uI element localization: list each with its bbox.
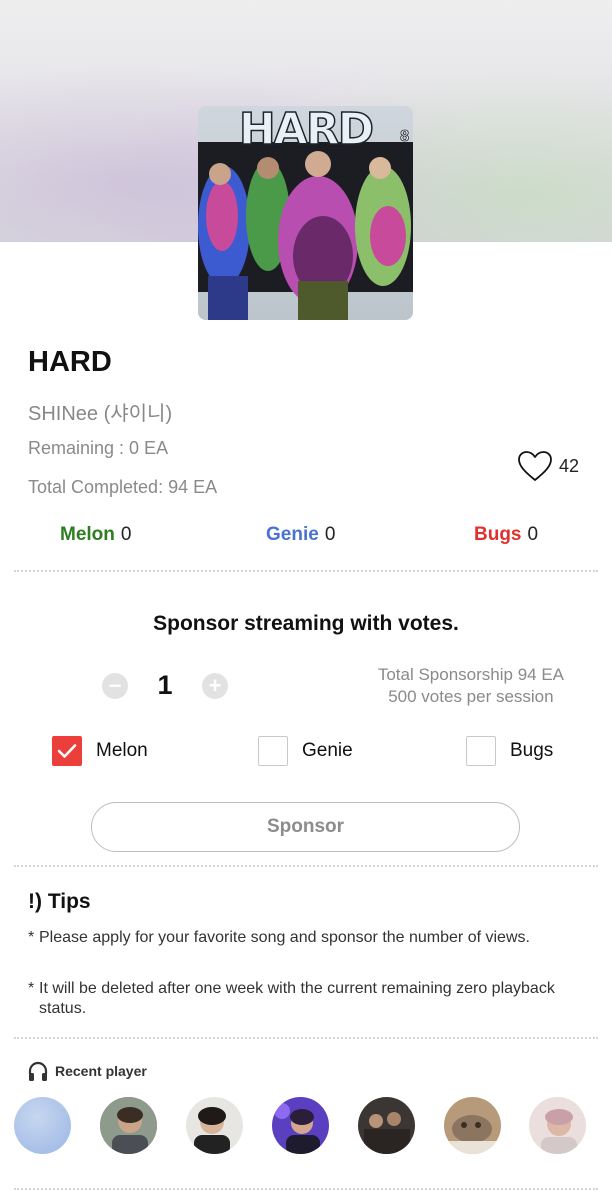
check-icon [57,744,77,758]
avatar-image [358,1097,415,1154]
total-completed: Total Completed: 94 EA [28,477,218,497]
option-label: Genie [302,740,353,761]
genie-count: Genie 0 [266,524,335,546]
option-label: Bugs [510,740,554,761]
cover-title: HARD [238,106,375,156]
avatar-image [186,1097,243,1154]
avatar[interactable] [358,1097,415,1154]
avatar-image [272,1097,329,1154]
tip-item: * It will be deleted after one week with… [28,979,579,1019]
divider [14,1037,598,1039]
avatar[interactable] [100,1097,157,1154]
cover-subtitle: 8 [400,128,410,146]
platform-name: Melon [60,524,115,545]
avatar-image [529,1097,586,1154]
quantity-value: 1 [157,670,173,700]
melon-count: Melon 0 [60,524,131,546]
divider [14,570,598,572]
avatar[interactable] [14,1097,71,1154]
platform-value: 0 [527,524,539,545]
remaining-count: Remaining : 0 EA [28,438,169,458]
artist-name: SHINee (샤이니) [28,403,173,425]
like-count: 42 [559,455,580,476]
song-title: HARD [28,346,112,378]
tip-text: It will be deleted after one week with t… [39,980,555,1017]
checkbox-melon[interactable] [52,736,82,766]
checkbox-genie[interactable] [258,736,288,766]
heart-icon [518,451,552,481]
option-label: Melon [96,740,148,761]
sponsorship-info: Total Sponsorship 94 EA 500 votes per se… [378,664,564,708]
avatar[interactable] [444,1097,501,1154]
platform-name: Bugs [474,524,522,545]
checkbox-bugs[interactable] [466,736,496,766]
votes-per-session: 500 votes per session [388,687,554,706]
avatar-image [100,1097,157,1154]
option-genie[interactable]: Genie [258,736,353,766]
divider [14,865,598,867]
quantity-stepper: − 1 + [102,670,228,701]
platform-value: 0 [324,524,336,545]
like-button[interactable]: 42 [517,450,579,482]
album-cover: HARD 8 [198,106,413,320]
option-bugs[interactable]: Bugs [466,736,553,766]
divider [14,1188,598,1190]
option-melon[interactable]: Melon [52,736,148,766]
avatar[interactable] [186,1097,243,1154]
avatar[interactable] [272,1097,329,1154]
tip-marker: * [28,980,35,997]
total-sponsorship: Total Sponsorship 94 EA [377,665,564,684]
recent-player-label: Recent player [55,1063,147,1079]
increment-button[interactable]: + [202,672,228,699]
recent-player-header: Recent player [27,1060,147,1082]
avatar-image [444,1097,501,1154]
tip-item: * Please apply for your favorite song an… [28,928,579,948]
platform-value: 0 [120,524,132,545]
tip-marker: * [28,929,35,946]
tip-text: Please apply for your favorite song and … [39,929,530,946]
avatar[interactable] [529,1097,586,1154]
bugs-count: Bugs 0 [474,524,538,546]
sponsor-button[interactable]: Sponsor [91,802,520,852]
sponsor-heading: Sponsor streaming with votes. [153,612,459,635]
platform-name: Genie [266,524,319,545]
headphones-icon [28,1061,48,1081]
tips-title: !) Tips [28,890,91,913]
decrement-button[interactable]: − [102,672,128,699]
